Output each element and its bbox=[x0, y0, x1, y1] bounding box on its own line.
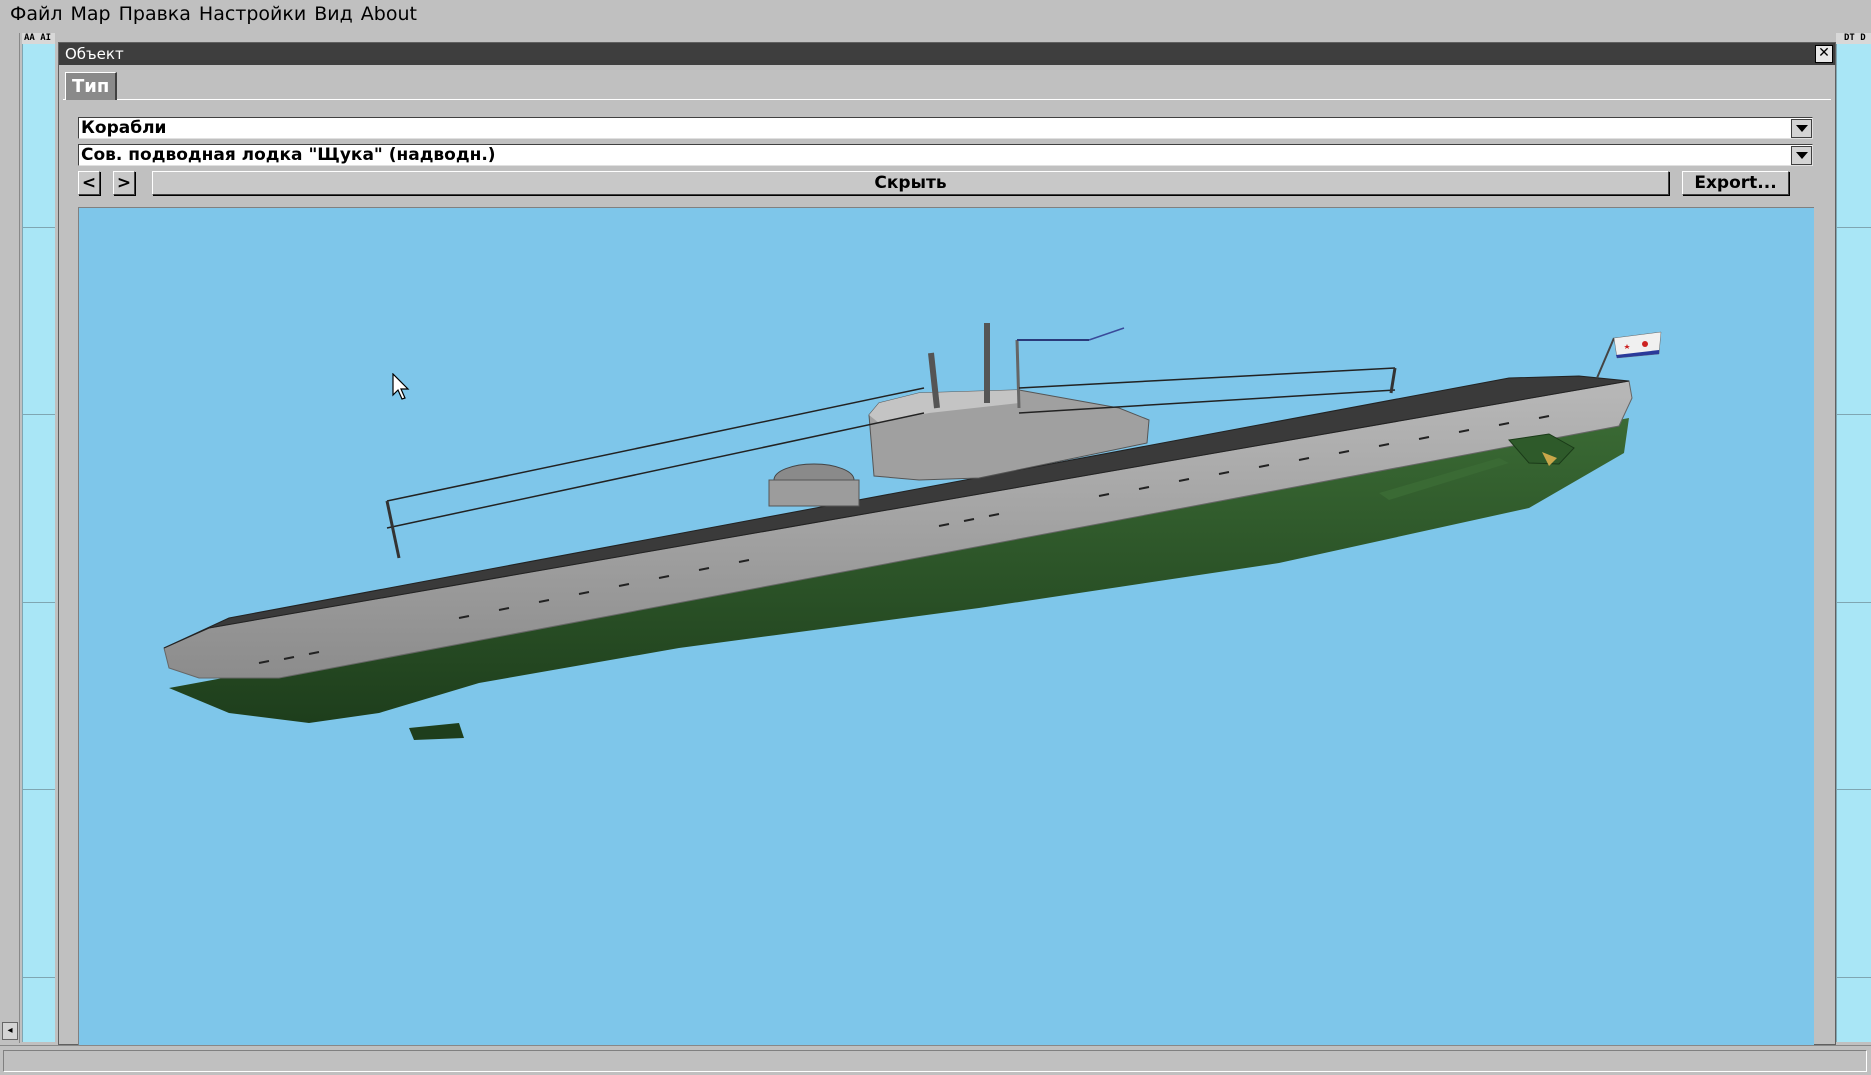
menu-view[interactable]: Вид bbox=[310, 2, 357, 26]
prev-button[interactable]: < bbox=[78, 171, 100, 195]
export-button[interactable]: Export... bbox=[1682, 171, 1789, 195]
category-select-arrow[interactable] bbox=[1791, 119, 1812, 138]
antenna-mast bbox=[1015, 339, 1021, 409]
map-grid-line bbox=[22, 602, 55, 603]
hide-button[interactable]: Скрыть bbox=[152, 171, 1669, 195]
menu-about[interactable]: About bbox=[357, 2, 421, 26]
wire-mast bbox=[385, 500, 401, 559]
category-select-value: Корабли bbox=[81, 118, 167, 138]
map-grid-line bbox=[22, 977, 55, 978]
chevron-down-icon bbox=[1795, 152, 1808, 159]
map-grid-line bbox=[1836, 227, 1871, 228]
deck-gun-base bbox=[768, 479, 860, 507]
map-area-left[interactable] bbox=[22, 44, 55, 1042]
map-grid-line bbox=[1836, 602, 1871, 603]
map-grid-line bbox=[1836, 414, 1871, 415]
category-select[interactable]: Корабли bbox=[78, 117, 1813, 139]
hammer-sickle-icon bbox=[1642, 341, 1648, 347]
pennant bbox=[1088, 327, 1125, 341]
menu-map[interactable]: Мар bbox=[67, 2, 115, 26]
radio-wire bbox=[1018, 367, 1396, 389]
map-grid-line bbox=[22, 789, 55, 790]
object-select-arrow[interactable] bbox=[1791, 146, 1812, 165]
object-select[interactable]: Сов. подводная лодка "Щука" (надводн.) bbox=[78, 144, 1813, 166]
map-area-right[interactable] bbox=[1836, 44, 1871, 1042]
tab-type[interactable]: Тип bbox=[65, 72, 118, 100]
close-icon: ✕ bbox=[1818, 45, 1830, 61]
next-button[interactable]: > bbox=[113, 171, 135, 195]
mouse-cursor-icon bbox=[392, 373, 410, 400]
map-grid-line bbox=[1836, 789, 1871, 790]
close-button[interactable]: ✕ bbox=[1815, 45, 1833, 63]
map-grid-line bbox=[22, 414, 55, 415]
menu-file[interactable]: Файл bbox=[6, 2, 67, 26]
map-grid-line bbox=[1836, 977, 1871, 978]
object-select-value: Сов. подводная лодка "Щука" (надводн.) bbox=[81, 145, 496, 165]
status-bar bbox=[0, 1045, 1871, 1075]
menu-edit[interactable]: Правка bbox=[115, 2, 195, 26]
dialog-title: Объект bbox=[65, 45, 124, 63]
menu-bar: Файл Мар Правка Настройки Вид About bbox=[0, 0, 1871, 27]
wire-mast bbox=[1389, 367, 1397, 394]
bow-plane bbox=[409, 723, 464, 740]
map-grid-line bbox=[22, 227, 55, 228]
model-viewport[interactable] bbox=[78, 207, 1814, 1045]
tab-strip: Тип bbox=[63, 70, 1831, 100]
menu-settings[interactable]: Настройки bbox=[195, 2, 310, 26]
status-field bbox=[3, 1050, 1867, 1072]
dialog-titlebar[interactable]: Объект ✕ bbox=[59, 43, 1835, 65]
submarine-model bbox=[163, 323, 1662, 740]
scroll-left-button[interactable]: ◂ bbox=[2, 1022, 18, 1040]
object-dialog: Объект ✕ Тип Корабли Сов. подводная лодк… bbox=[58, 42, 1836, 1045]
vertical-scrollbar[interactable] bbox=[0, 33, 20, 1043]
flagstaff bbox=[1596, 337, 1615, 379]
chevron-down-icon bbox=[1795, 125, 1808, 132]
